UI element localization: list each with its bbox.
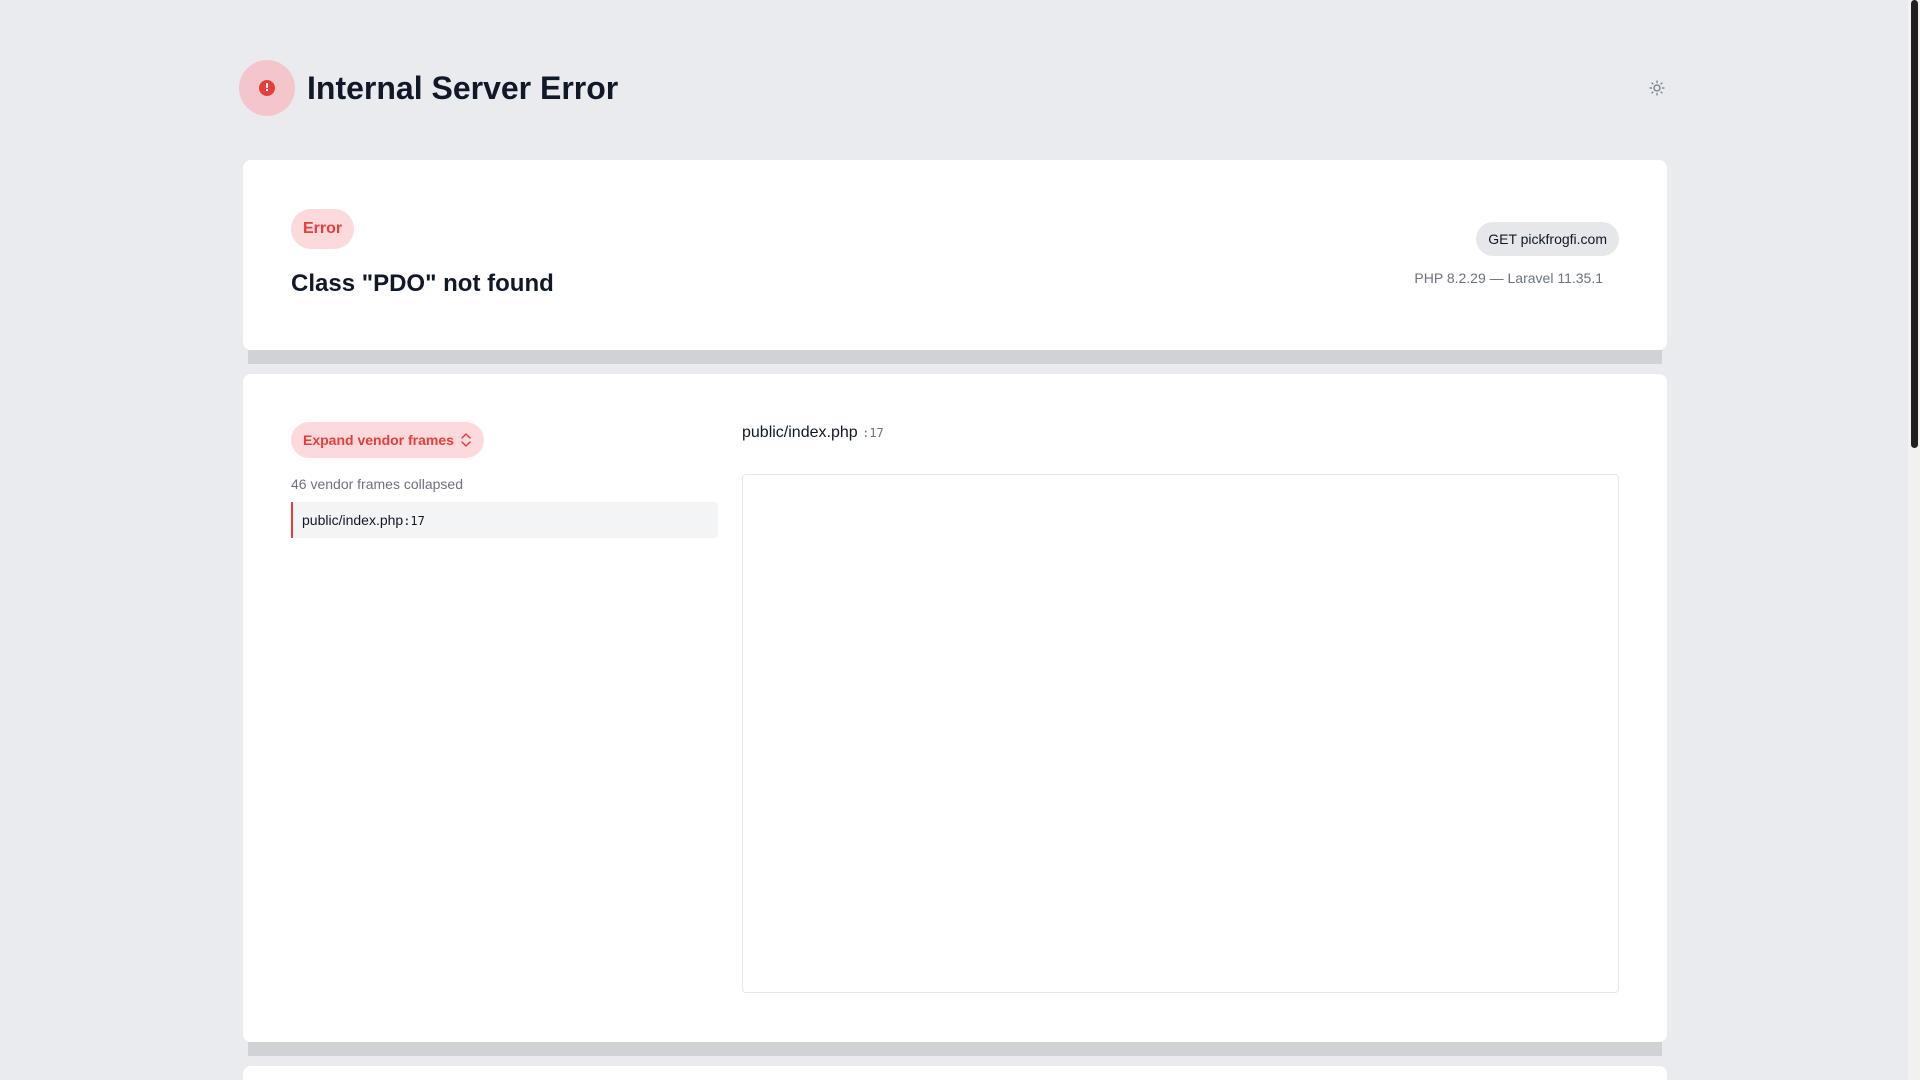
code-snippet-panel [742,474,1619,993]
code-file-header: public/index.php :17 [742,424,884,442]
error-page: ! Internal Server Error Error Class "PDO… [0,0,1920,1080]
error-icon-circle: ! [239,60,295,116]
stack-trace-card: Expand vendor frames 46 vendor frames co… [243,374,1667,1042]
card-divider [248,1042,1662,1056]
sun-icon [1649,80,1665,96]
next-section-card [243,1066,1667,1080]
version-info: PHP 8.2.29 — Laravel 11.35.1 [1414,270,1603,286]
expand-button-label: Expand vendor frames [303,432,454,448]
scrollbar-thumb[interactable] [1911,0,1918,448]
vendor-frames-count: 46 vendor frames collapsed [291,476,463,492]
chevron-up-down-icon [461,433,471,447]
code-line-number: :17 [862,426,884,440]
frame-line: :17 [403,514,425,528]
stack-frame-item[interactable]: public/index.php:17 [291,502,718,538]
exception-message: Class "PDO" not found [291,270,554,297]
exception-summary-card: Error Class "PDO" not found GET pickfrog… [243,160,1667,350]
page-header: ! Internal Server Error [239,60,1669,116]
exclamation-icon: ! [259,80,275,96]
expand-vendor-frames-button[interactable]: Expand vendor frames [291,422,484,458]
error-type-badge: Error [291,209,355,249]
theme-toggle-button[interactable] [1645,76,1669,100]
page-scrollbar[interactable] [1908,0,1920,1080]
request-badge: GET pickfrogfi.com [1476,222,1619,256]
card-divider [248,350,1662,364]
frame-file: public/index.php [302,512,404,528]
code-file-name: public/index.php [742,424,858,441]
page-title: Internal Server Error [307,70,619,106]
